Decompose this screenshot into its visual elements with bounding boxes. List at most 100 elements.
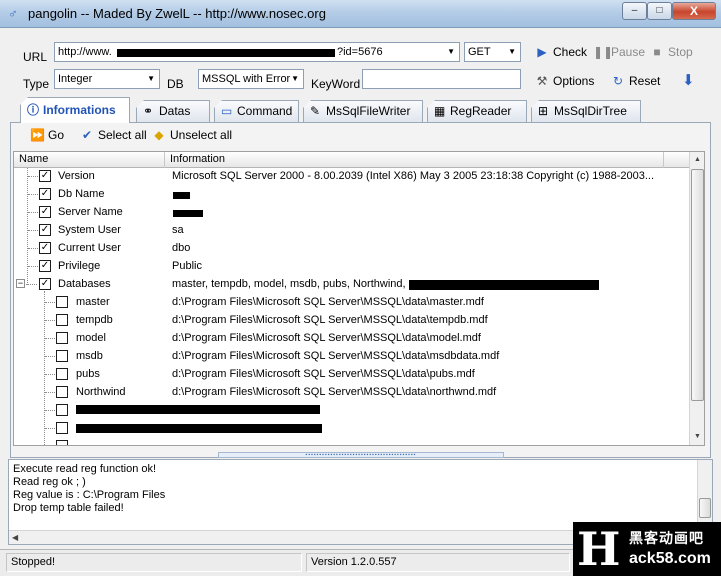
row-checkbox[interactable] xyxy=(56,386,68,398)
method-select[interactable]: GET ▼ xyxy=(464,42,521,62)
table-row[interactable] xyxy=(14,437,689,445)
scroll-down-icon[interactable]: ▼ xyxy=(690,429,704,445)
table-row[interactable]: ✓ System User sa xyxy=(14,221,689,239)
row-checkbox[interactable] xyxy=(56,296,68,308)
table-row[interactable]: ✓ Current User dbo xyxy=(14,239,689,257)
log-line: Drop temp table failed! xyxy=(13,502,124,514)
row-checkbox[interactable]: ✓ xyxy=(39,260,51,272)
row-checkbox[interactable]: ✓ xyxy=(39,188,51,200)
file-writer-icon: ✎ xyxy=(310,104,321,118)
table-row[interactable]: msdb d:\Program Files\Microsoft SQL Serv… xyxy=(14,347,689,365)
row-checkbox[interactable]: ✓ xyxy=(39,242,51,254)
chevron-down-icon[interactable]: ▼ xyxy=(508,43,516,61)
scroll-thumb[interactable] xyxy=(691,169,704,401)
stop-button[interactable]: ■ Stop xyxy=(650,45,692,59)
table-row[interactable] xyxy=(14,419,689,437)
tab-regreader[interactable]: ▦ RegReader xyxy=(427,100,527,122)
go-label: Go xyxy=(48,128,65,142)
watermark-url: ack58.com xyxy=(629,550,711,567)
scroll-up-icon[interactable]: ▲ xyxy=(690,152,704,168)
row-checkbox[interactable] xyxy=(56,422,68,434)
window-title: pangolin -- Maded By ZwelL -- http://www… xyxy=(28,6,326,21)
row-checkbox[interactable] xyxy=(56,368,68,380)
tab-command[interactable]: ▭ Command xyxy=(214,100,299,122)
maximize-button[interactable]: □ xyxy=(647,2,672,20)
db-select[interactable]: MSSQL with Error ▼ xyxy=(198,69,304,89)
info-grid[interactable]: Name Information ✓ Version Microsoft SQL… xyxy=(13,151,705,446)
select-all-button[interactable]: ✔ Select all xyxy=(80,128,147,142)
pause-icon: ❚❚ xyxy=(593,45,614,59)
table-row[interactable]: ✓ Version Microsoft SQL Server 2000 - 8.… xyxy=(14,167,689,185)
stop-icon: ■ xyxy=(653,45,661,59)
table-row[interactable]: tempdb d:\Program Files\Microsoft SQL Se… xyxy=(14,311,689,329)
watermark-logo: H 黑客动画吧 ack58.com xyxy=(573,522,721,576)
row-checkbox[interactable] xyxy=(56,314,68,326)
log-line: Execute read reg function ok! xyxy=(13,463,157,475)
url-redaction xyxy=(117,49,335,57)
row-info: d:\Program Files\Microsoft SQL Server\MS… xyxy=(172,350,500,362)
row-checkbox[interactable] xyxy=(56,350,68,362)
unselect-all-label: Unselect all xyxy=(170,128,233,142)
url-prefix: http://www. xyxy=(58,46,112,58)
chevron-down-icon[interactable]: ▼ xyxy=(291,70,299,88)
tab-informations[interactable]: ⓘ Informations xyxy=(20,97,130,123)
table-row[interactable]: pubs d:\Program Files\Microsoft SQL Serv… xyxy=(14,365,689,383)
info-icon: ⓘ xyxy=(27,103,40,117)
row-checkbox[interactable] xyxy=(56,440,68,445)
grid-vertical-scrollbar[interactable]: ▲ ▼ xyxy=(689,152,704,445)
column-header-name[interactable]: Name xyxy=(14,152,165,168)
table-row[interactable]: ✓ Db Name xyxy=(14,185,689,203)
row-checkbox[interactable] xyxy=(56,332,68,344)
check-button[interactable]: ▶ Check xyxy=(535,45,587,59)
row-redaction xyxy=(76,405,320,414)
go-button[interactable]: ⏩ Go xyxy=(30,128,64,142)
arrow-down-icon[interactable]: ⬇ xyxy=(682,71,695,89)
options-button[interactable]: ⚒ Options xyxy=(535,74,595,88)
column-header-information[interactable]: Information xyxy=(165,152,664,168)
row-name: Server Name xyxy=(58,206,123,218)
pause-label: Pause xyxy=(611,45,646,59)
table-row[interactable]: master d:\Program Files\Microsoft SQL Se… xyxy=(14,293,689,311)
tab-mssqlfilewriter[interactable]: ✎ MsSqlFileWriter xyxy=(303,100,423,122)
monitor-icon: ▭ xyxy=(221,104,233,118)
row-checkbox[interactable]: ✓ xyxy=(39,278,51,290)
keyword-input[interactable] xyxy=(362,69,521,89)
table-row[interactable]: − ✓ Databases master, tempdb, model, msd… xyxy=(14,275,689,293)
options-label: Options xyxy=(553,74,595,88)
table-row[interactable]: ✓ Privilege Public xyxy=(14,257,689,275)
row-redaction xyxy=(76,424,322,433)
close-button[interactable]: X xyxy=(672,2,716,20)
fast-forward-icon: ⏩ xyxy=(30,128,45,142)
row-checkbox[interactable] xyxy=(56,404,68,416)
row-checkbox[interactable]: ✓ xyxy=(39,170,51,182)
table-row[interactable]: model d:\Program Files\Microsoft SQL Ser… xyxy=(14,329,689,347)
grid-header: Name Information xyxy=(14,152,689,168)
table-row[interactable] xyxy=(14,401,689,419)
scroll-thumb[interactable] xyxy=(699,498,711,518)
chevron-down-icon[interactable]: ▼ xyxy=(447,43,455,61)
tab-datas[interactable]: ⚭ Datas xyxy=(136,100,210,122)
reset-button[interactable]: ↻ Reset xyxy=(611,74,660,88)
chevron-down-icon[interactable]: ▼ xyxy=(147,70,155,88)
check-label: Check xyxy=(553,45,588,59)
binoculars-icon: ⚭ xyxy=(143,104,154,118)
url-input[interactable]: http://www. ?id=5676 ▼ xyxy=(54,42,460,62)
type-select[interactable]: Integer ▼ xyxy=(54,69,160,89)
table-row[interactable]: Northwind d:\Program Files\Microsoft SQL… xyxy=(14,383,689,401)
row-checkbox[interactable]: ✓ xyxy=(39,224,51,236)
splitter-handle[interactable]: ▪▪▪▪▪▪▪▪▪▪▪▪▪▪▪▪▪▪▪▪▪▪▪▪▪▪▪▪▪▪▪▪▪▪▪▪▪▪▪▪ xyxy=(218,452,504,458)
row-checkbox[interactable]: ✓ xyxy=(39,206,51,218)
row-name: msdb xyxy=(76,350,103,362)
status-state: Stopped! xyxy=(6,553,302,572)
minimize-button[interactable]: – xyxy=(622,2,647,20)
play-icon: ▶ xyxy=(537,45,547,59)
unselect-all-button[interactable]: ◆ Unselect all xyxy=(152,128,232,142)
type-value: Integer xyxy=(58,73,93,85)
pause-button[interactable]: ❚❚Pause xyxy=(593,45,645,59)
scroll-left-icon[interactable]: ◀ xyxy=(12,531,18,544)
tab-mssqldirtree[interactable]: ⊞ MsSqlDirTree xyxy=(531,100,641,122)
collapse-icon[interactable]: − xyxy=(16,279,25,288)
type-label: Type xyxy=(23,77,50,91)
row-info: Microsoft SQL Server 2000 - 8.00.2039 (I… xyxy=(172,170,655,182)
table-row[interactable]: ✓ Server Name xyxy=(14,203,689,221)
